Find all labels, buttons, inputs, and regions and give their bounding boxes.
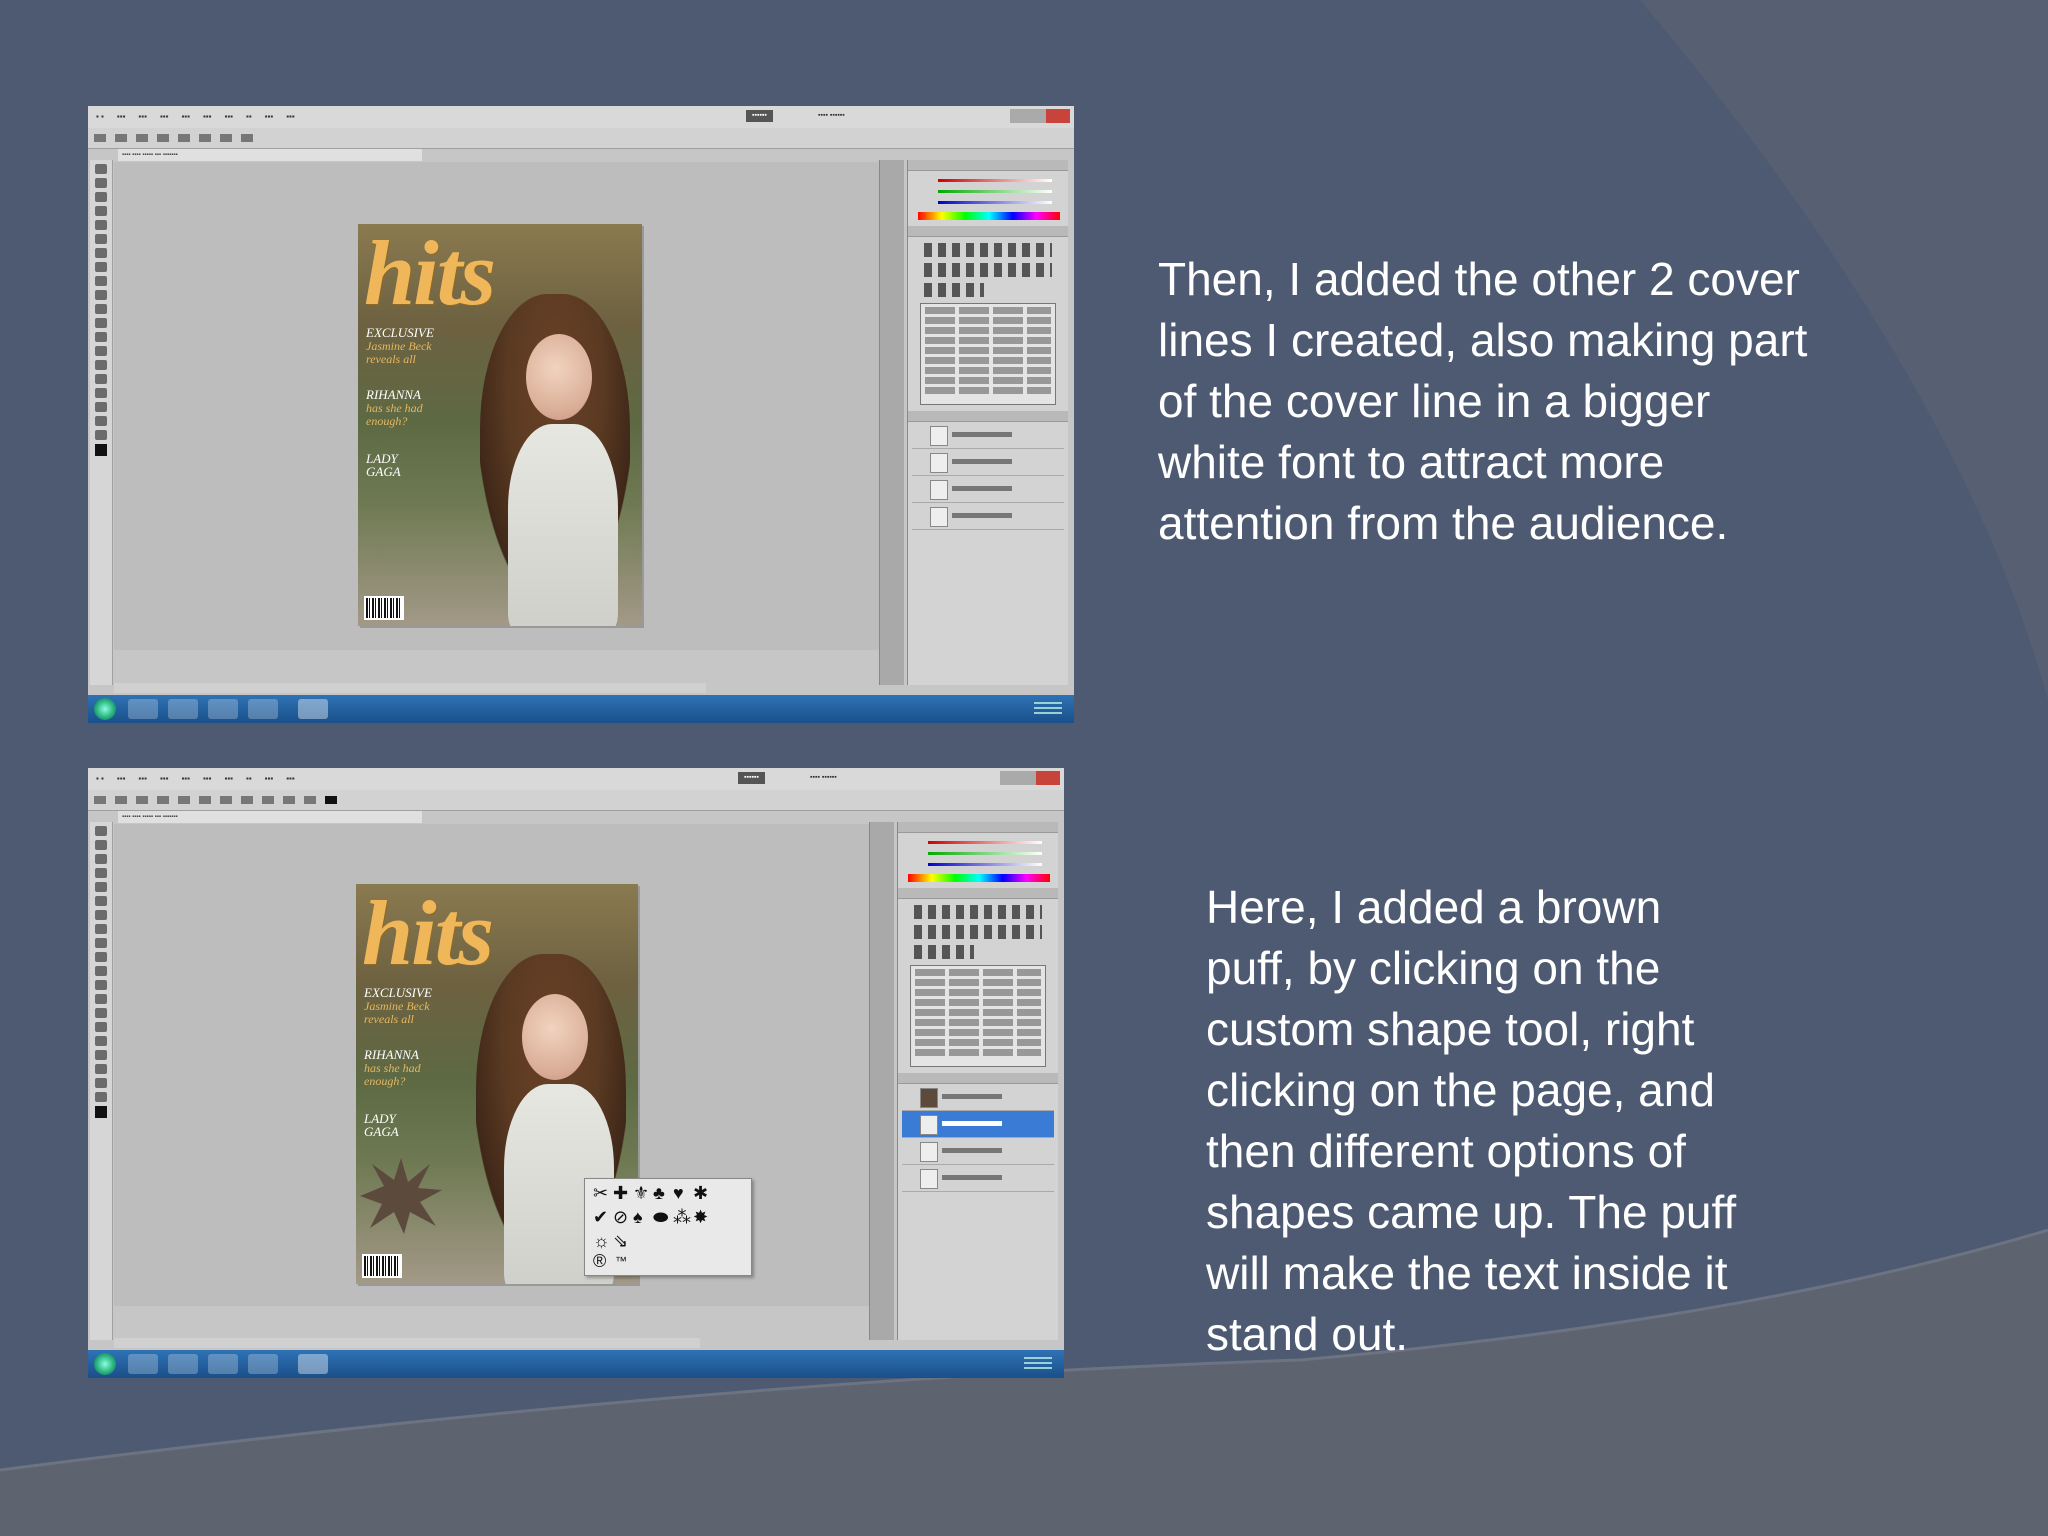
options-bar[interactable] — [88, 128, 1074, 149]
adjustment-icons[interactable] — [914, 905, 1042, 919]
masthead: hits — [364, 224, 496, 324]
barcode — [364, 596, 404, 620]
arrow-icon[interactable]: ⇘ — [613, 1231, 628, 1251]
caption-top: Then, I added the other 2 cover lines I … — [1158, 253, 1808, 549]
layer-row[interactable] — [912, 422, 1064, 449]
window-controls[interactable] — [1000, 771, 1060, 785]
layer-row[interactable] — [902, 1138, 1054, 1165]
panels-dock[interactable] — [907, 160, 1068, 685]
layers-panel-header[interactable] — [908, 411, 1068, 422]
windows-taskbar[interactable] — [88, 695, 1074, 723]
taskbar-app-icon[interactable] — [168, 1354, 198, 1374]
adjustments-panel-header[interactable] — [908, 226, 1068, 237]
cover-line-sub: has she had enough? — [366, 401, 423, 428]
taskbar-app-icon[interactable] — [248, 699, 278, 719]
caption-bottom: Here, I added a brown puff, by clicking … — [1206, 881, 1737, 1360]
tools-panel[interactable] — [90, 160, 113, 685]
trademark-icon[interactable]: ™ — [615, 1251, 627, 1271]
layers-panel-header[interactable] — [898, 1073, 1058, 1084]
cover-line-main: EXCLUSIVE — [364, 985, 432, 1000]
taskbar-photoshop-icon[interactable] — [298, 699, 328, 719]
menu-bar[interactable]: ▪ ▪ ▪▪▪ ▪▪▪ ▪▪▪ ▪▪▪ ▪▪▪ ▪▪▪ ▪▪ ▪▪▪ ▪▪▪ ▪▪▪▪▪▪ ▪▪▪… — [88, 768, 1064, 791]
taskbar-app-icon[interactable] — [208, 1354, 238, 1374]
status-bar — [114, 683, 706, 693]
grid-icon[interactable]: ✸ — [693, 1207, 708, 1227]
layer-row-selected[interactable] — [902, 1111, 1054, 1138]
start-button[interactable] — [94, 698, 116, 720]
cover-line-sub: Jasmine Beck reveals all — [364, 999, 430, 1026]
club-icon[interactable]: ♣ — [653, 1183, 665, 1203]
taskbar-app-icon[interactable] — [128, 1354, 158, 1374]
menu-bar[interactable]: ▪ ▪ ▪▪▪ ▪▪▪ ▪▪▪ ▪▪▪ ▪▪▪ ▪▪▪ ▪▪ ▪▪▪ ▪▪▪ ▪▪▪▪▪▪ ▪▪▪… — [88, 106, 1074, 129]
panel-icon-strip[interactable] — [879, 160, 904, 685]
windows-taskbar[interactable] — [88, 1350, 1064, 1378]
window-controls[interactable] — [1010, 109, 1070, 123]
checkmark-icon[interactable]: ✔ — [593, 1207, 608, 1227]
taskbar-app-icon[interactable] — [208, 699, 238, 719]
color-panel-header[interactable] — [898, 822, 1058, 833]
cover-line-main: EXCLUSIVE — [366, 325, 434, 340]
workspace-link[interactable]: ▪▪▪▪ ▪▪▪▪▪▪ — [810, 772, 837, 784]
heart-icon[interactable]: ♥ — [673, 1183, 684, 1203]
photoshop-screenshot-bottom: ▪ ▪ ▪▪▪ ▪▪▪ ▪▪▪ ▪▪▪ ▪▪▪ ▪▪▪ ▪▪ ▪▪▪ ▪▪▪ ▪▪▪▪▪▪ ▪▪▪… — [88, 768, 1064, 1378]
ellipse-icon[interactable]: ⬬ — [653, 1207, 668, 1227]
adjustments-panel-header[interactable] — [898, 888, 1058, 899]
model-face — [526, 334, 592, 420]
spade-icon[interactable]: ♠ — [633, 1207, 643, 1227]
adjustment-presets-list[interactable] — [920, 303, 1056, 405]
color-panel-header[interactable] — [908, 160, 1068, 171]
masthead: hits — [362, 884, 494, 984]
fleur-de-lis-icon[interactable]: ⚜ — [633, 1183, 649, 1203]
cover-line-sub: has she had enough? — [364, 1061, 421, 1088]
taskbar-app-icon[interactable] — [248, 1354, 278, 1374]
layer-row[interactable] — [902, 1165, 1054, 1192]
taskbar-clock — [1034, 702, 1062, 716]
taskbar-app-icon[interactable] — [168, 699, 198, 719]
cover-line-main: LADY GAGA — [366, 451, 401, 479]
taskbar-clock — [1024, 1357, 1052, 1371]
barcode — [362, 1254, 402, 1278]
scissors-icon[interactable]: ✂ — [593, 1183, 608, 1203]
no-sign-icon[interactable]: ⊘ — [613, 1207, 628, 1227]
model-body — [508, 424, 618, 626]
taskbar-photoshop-icon[interactable] — [298, 1354, 328, 1374]
cover-line-main: RIHANNA — [364, 1047, 419, 1062]
tools-panel[interactable] — [90, 822, 113, 1340]
magazine-cover: hits EXCLUSIVE Jasmine Beck reveals all … — [358, 224, 642, 626]
model-face — [522, 994, 588, 1080]
sun-icon[interactable]: ☼ — [593, 1231, 610, 1251]
cover-line-main: RIHANNA — [366, 387, 421, 402]
options-bar[interactable] — [88, 790, 1064, 811]
color-spectrum[interactable] — [908, 874, 1050, 882]
document-tab[interactable]: ▪▪▪▪ ▪▪▪▪ ▪▪▪▪▪ ▪▪▪ ▪▪▪▪▪▪▪ — [118, 811, 422, 823]
layer-row[interactable] — [912, 449, 1064, 476]
workspace-link[interactable]: ▪▪▪▪ ▪▪▪▪▪▪ — [818, 110, 845, 122]
color-spectrum[interactable] — [918, 212, 1060, 220]
cover-line-main: LADY GAGA — [364, 1111, 399, 1139]
cover-line-sub: Jasmine Beck reveals all — [366, 339, 432, 366]
adjustment-presets-list[interactable] — [910, 965, 1046, 1067]
photoshop-screenshot-top: ▪ ▪ ▪▪▪ ▪▪▪ ▪▪▪ ▪▪▪ ▪▪▪ ▪▪▪ ▪▪ ▪▪▪ ▪▪▪ ▪▪▪▪▪▪ ▪▪▪… — [88, 106, 1074, 723]
layer-row[interactable] — [912, 503, 1064, 530]
panel-icon-strip[interactable] — [869, 822, 894, 1340]
taskbar-app-icon[interactable] — [128, 699, 158, 719]
document-tab[interactable]: ▪▪▪▪ ▪▪▪▪ ▪▪▪▪▪ ▪▪▪ ▪▪▪▪▪▪▪ — [118, 149, 422, 161]
registered-icon[interactable]: ® — [593, 1251, 606, 1271]
cross-icon[interactable]: ✚ — [613, 1183, 628, 1203]
workspace-button[interactable]: ▪▪▪▪▪▪ — [738, 772, 765, 784]
custom-shape-picker[interactable]: ✂ ✚ ⚜ ♣ ♥ ✱ ✔ ⊘ ♠ ⬬ ⁂ ✸ ☼ ⇘ ™ ® — [584, 1178, 752, 1276]
start-button[interactable] — [94, 1353, 116, 1375]
brown-puff-shape[interactable] — [358, 1156, 444, 1236]
layer-row[interactable] — [912, 476, 1064, 503]
panels-dock[interactable] — [897, 822, 1058, 1340]
puff-icon[interactable]: ✱ — [693, 1183, 708, 1203]
layer-row[interactable] — [902, 1084, 1054, 1111]
status-bar — [114, 1338, 700, 1348]
adjustment-icons[interactable] — [924, 243, 1052, 257]
workspace-button[interactable]: ▪▪▪▪▪▪ — [746, 110, 773, 122]
paw-print-icon[interactable]: ⁂ — [673, 1207, 691, 1227]
